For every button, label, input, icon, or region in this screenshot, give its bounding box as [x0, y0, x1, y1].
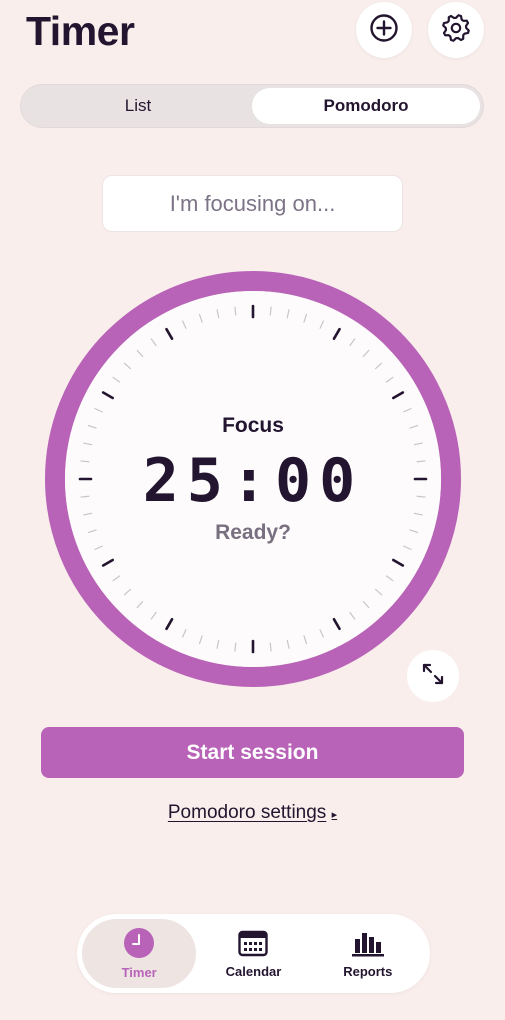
bottom-tab-bar: Timer Calendar Reports: [77, 914, 430, 993]
tab-timer-label: Timer: [121, 964, 157, 980]
tab-reports[interactable]: Reports: [311, 919, 425, 988]
tab-calendar[interactable]: Calendar: [196, 919, 310, 988]
tick-mark: [269, 642, 272, 652]
tab-pomodoro[interactable]: Pomodoro: [252, 88, 480, 124]
start-session-button[interactable]: Start session: [41, 727, 464, 778]
timer-phase-label: Focus: [222, 414, 284, 437]
pomodoro-settings-link[interactable]: Pomodoro settings ▸: [0, 802, 505, 824]
calendar-icon: [238, 929, 269, 960]
gear-icon: [440, 12, 472, 49]
fullscreen-button[interactable]: [407, 650, 459, 702]
tick-mark: [269, 306, 272, 316]
tick-mark: [234, 642, 237, 652]
tab-calendar-label: Calendar: [225, 963, 282, 979]
add-button[interactable]: [356, 2, 412, 58]
tab-list[interactable]: List: [24, 88, 252, 124]
plus-circle-icon: [369, 13, 399, 48]
tick-mark: [234, 306, 237, 316]
settings-button[interactable]: [428, 2, 484, 58]
triangle-right-icon: ▸: [331, 809, 338, 821]
timer-status: Ready?: [215, 521, 291, 544]
bar-chart-icon: [351, 929, 385, 960]
focus-task-input[interactable]: [102, 175, 403, 232]
timer-countdown: 25:00: [142, 446, 364, 516]
expand-arrows-icon: [420, 661, 446, 692]
tab-reports-label: Reports: [343, 963, 393, 979]
tab-timer[interactable]: Timer: [82, 919, 197, 988]
clock-icon: [124, 927, 155, 961]
pomodoro-settings-label: Pomodoro settings: [167, 802, 327, 823]
timer-dial: Focus 25:00 Ready?: [44, 270, 462, 688]
page-title: Timer: [26, 8, 135, 54]
mode-switch: List Pomodoro: [20, 84, 484, 128]
